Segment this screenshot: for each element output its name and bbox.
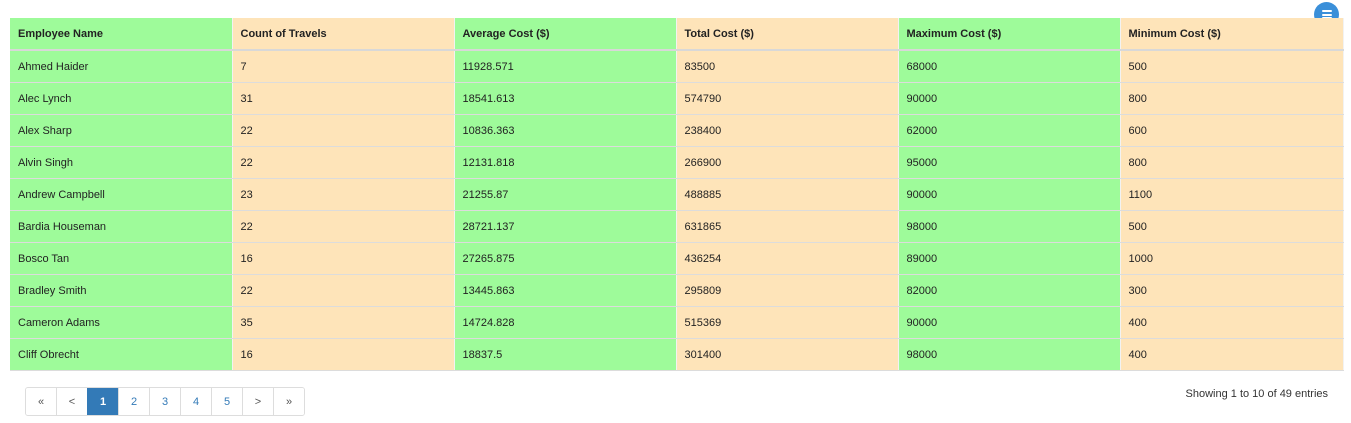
- cell-employee-name: Bardia Houseman: [10, 210, 233, 243]
- cell-employee-name: Ahmed Haider: [10, 50, 233, 83]
- table-body: Ahmed Haider 7 11928.571 83500 68000 500 Alec …: [10, 50, 1344, 371]
- cell-count-of-travels: 22: [232, 146, 455, 179]
- cell-employee-name: Cameron Adams: [10, 306, 233, 339]
- cell-minimum-cost: 500: [1120, 210, 1344, 243]
- column-header-minimum-cost[interactable]: Minimum Cost ($): [1120, 18, 1344, 51]
- cell-average-cost: 10836.363: [454, 114, 677, 147]
- table-row: Alex Sharp 22 10836.363 238400 62000 600: [10, 114, 1344, 147]
- cell-count-of-travels: 16: [232, 242, 455, 275]
- page-button-2[interactable]: 2: [118, 388, 149, 415]
- table-row: Cameron Adams 35 14724.828 515369 90000 400: [10, 306, 1344, 339]
- cell-average-cost: 13445.863: [454, 274, 677, 307]
- cell-maximum-cost: 82000: [898, 274, 1121, 307]
- cell-employee-name: Bosco Tan: [10, 242, 233, 275]
- cell-count-of-travels: 7: [232, 50, 455, 83]
- cell-minimum-cost: 400: [1120, 306, 1344, 339]
- next-page-button[interactable]: >: [242, 388, 273, 415]
- cell-minimum-cost: 600: [1120, 114, 1344, 147]
- cell-total-cost: 515369: [676, 306, 899, 339]
- cell-average-cost: 11928.571: [454, 50, 677, 83]
- entries-info: Showing 1 to 10 of 49 entries: [1185, 388, 1328, 400]
- cell-total-cost: 488885: [676, 178, 899, 211]
- table-row: Andrew Campbell 23 21255.87 488885 90000 1100: [10, 178, 1344, 211]
- table-row: Ahmed Haider 7 11928.571 83500 68000 500: [10, 50, 1344, 83]
- cell-count-of-travels: 22: [232, 114, 455, 147]
- page-button-5[interactable]: 5: [211, 388, 242, 415]
- cell-count-of-travels: 35: [232, 306, 455, 339]
- cell-average-cost: 27265.875: [454, 242, 677, 275]
- cell-total-cost: 436254: [676, 242, 899, 275]
- cell-total-cost: 238400: [676, 114, 899, 147]
- cell-average-cost: 12131.818: [454, 146, 677, 179]
- pagination: « < 1 2 3 4 5 > »: [25, 387, 305, 416]
- cell-maximum-cost: 90000: [898, 178, 1121, 211]
- cell-employee-name: Alvin Singh: [10, 146, 233, 179]
- table-row: Bradley Smith 22 13445.863 295809 82000 300: [10, 274, 1344, 307]
- cell-employee-name: Cliff Obrecht: [10, 338, 233, 371]
- cell-average-cost: 18541.613: [454, 82, 677, 115]
- cell-employee-name: Bradley Smith: [10, 274, 233, 307]
- table-row: Alec Lynch 31 18541.613 574790 90000 800: [10, 82, 1344, 115]
- cell-maximum-cost: 62000: [898, 114, 1121, 147]
- cell-maximum-cost: 90000: [898, 306, 1121, 339]
- cell-employee-name: Andrew Campbell: [10, 178, 233, 211]
- cell-minimum-cost: 1000: [1120, 242, 1344, 275]
- cell-count-of-travels: 22: [232, 274, 455, 307]
- table-row: Bosco Tan 16 27265.875 436254 89000 1000: [10, 242, 1344, 275]
- column-header-employee-name[interactable]: Employee Name: [10, 18, 233, 51]
- last-page-button[interactable]: »: [273, 388, 304, 415]
- cell-count-of-travels: 16: [232, 338, 455, 371]
- column-header-average-cost[interactable]: Average Cost ($): [454, 18, 677, 51]
- cell-total-cost: 574790: [676, 82, 899, 115]
- cell-total-cost: 631865: [676, 210, 899, 243]
- cell-minimum-cost: 800: [1120, 82, 1344, 115]
- page-button-4[interactable]: 4: [180, 388, 211, 415]
- cell-maximum-cost: 98000: [898, 210, 1121, 243]
- cell-employee-name: Alex Sharp: [10, 114, 233, 147]
- page-button-3[interactable]: 3: [149, 388, 180, 415]
- previous-page-button[interactable]: <: [56, 388, 87, 415]
- cell-count-of-travels: 22: [232, 210, 455, 243]
- cell-average-cost: 14724.828: [454, 306, 677, 339]
- column-header-maximum-cost[interactable]: Maximum Cost ($): [898, 18, 1121, 51]
- cell-count-of-travels: 23: [232, 178, 455, 211]
- cell-total-cost: 266900: [676, 146, 899, 179]
- cell-total-cost: 295809: [676, 274, 899, 307]
- cell-maximum-cost: 98000: [898, 338, 1121, 371]
- cell-average-cost: 28721.137: [454, 210, 677, 243]
- table-row: Cliff Obrecht 16 18837.5 301400 98000 400: [10, 338, 1344, 371]
- travel-cost-table: Employee Name Count of Travels Average C…: [10, 18, 1344, 371]
- table-header-row: Employee Name Count of Travels Average C…: [10, 18, 1344, 51]
- cell-minimum-cost: 500: [1120, 50, 1344, 83]
- cell-total-cost: 83500: [676, 50, 899, 83]
- cell-minimum-cost: 300: [1120, 274, 1344, 307]
- cell-minimum-cost: 800: [1120, 146, 1344, 179]
- table-row: Alvin Singh 22 12131.818 266900 95000 800: [10, 146, 1344, 179]
- cell-minimum-cost: 400: [1120, 338, 1344, 371]
- cell-total-cost: 301400: [676, 338, 899, 371]
- cell-average-cost: 18837.5: [454, 338, 677, 371]
- cell-average-cost: 21255.87: [454, 178, 677, 211]
- cell-maximum-cost: 68000: [898, 50, 1121, 83]
- cell-employee-name: Alec Lynch: [10, 82, 233, 115]
- column-header-total-cost[interactable]: Total Cost ($): [676, 18, 899, 51]
- table-row: Bardia Houseman 22 28721.137 631865 98000 500: [10, 210, 1344, 243]
- cell-count-of-travels: 31: [232, 82, 455, 115]
- cell-maximum-cost: 89000: [898, 242, 1121, 275]
- column-header-count-of-travels[interactable]: Count of Travels: [232, 18, 455, 51]
- cell-maximum-cost: 90000: [898, 82, 1121, 115]
- cell-minimum-cost: 1100: [1120, 178, 1344, 211]
- cell-maximum-cost: 95000: [898, 146, 1121, 179]
- page-button-1[interactable]: 1: [87, 388, 118, 415]
- first-page-button[interactable]: «: [26, 388, 56, 415]
